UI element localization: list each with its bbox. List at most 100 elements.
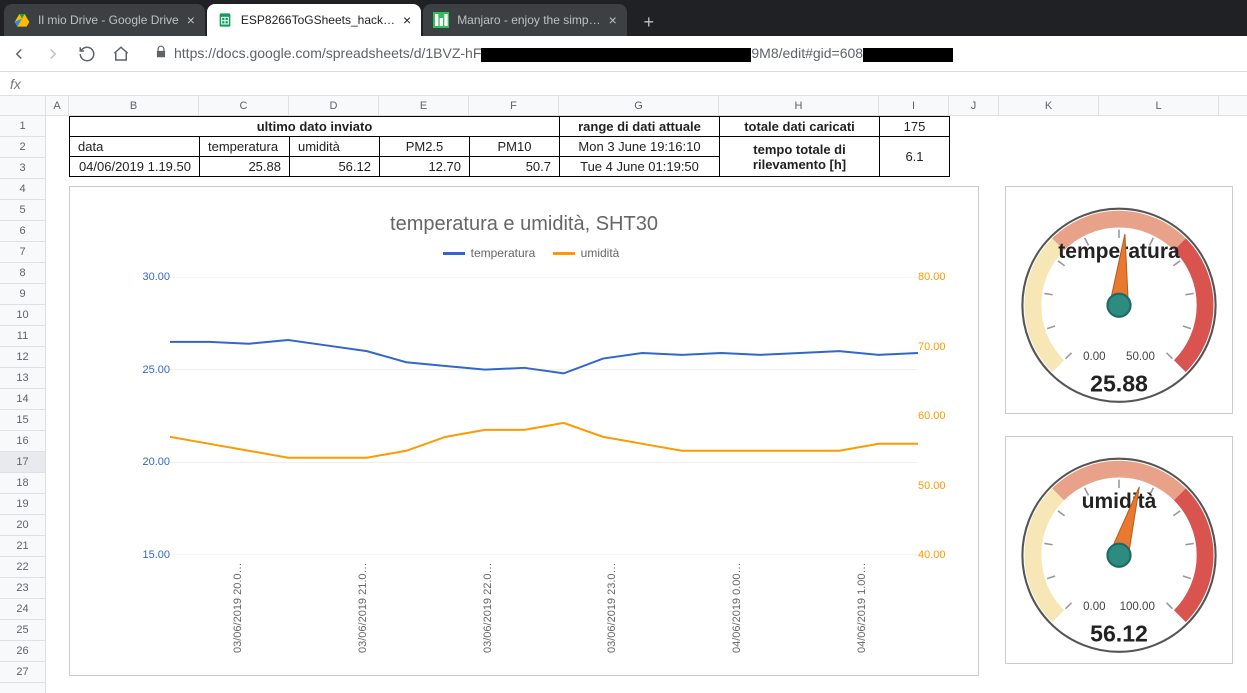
column-header[interactable]: L	[1099, 96, 1219, 115]
summary-table: ultimo dato inviato range di dati attual…	[69, 116, 950, 177]
column-header[interactable]: D	[289, 96, 379, 115]
axis-tick: 40.00	[918, 549, 968, 561]
browser-tab-strip: Il mio Drive - Google Drive × ESP8266ToG…	[0, 0, 1247, 36]
cells-area: ultimo dato inviato range di dati attual…	[46, 116, 1247, 693]
range-to: Tue 4 June 01:19:50	[560, 157, 720, 177]
column-header[interactable]: H	[719, 96, 879, 115]
tab-title: Il mio Drive - Google Drive	[38, 13, 179, 27]
row-header[interactable]: 15	[0, 410, 45, 431]
column-headers: ABCDEFGHIJKL	[0, 96, 1247, 116]
header-range: range di dati attuale	[560, 117, 720, 137]
header-totale: totale dati caricati	[720, 117, 880, 137]
row-header[interactable]: 16	[0, 431, 45, 452]
line-chart[interactable]: temperatura e umidità, SHT30 temperatura…	[69, 186, 979, 676]
tab-title: ESP8266ToGSheets_hack…	[241, 13, 395, 27]
row-header[interactable]: 17	[0, 452, 45, 473]
y-axis-left: 30.0025.0020.0015.00	[120, 277, 170, 555]
gauge-max: 100.00	[1120, 601, 1155, 613]
axis-tick: 04/06/2019 1.00…	[856, 562, 868, 653]
plot-area	[170, 277, 918, 555]
column-header[interactable]: I	[879, 96, 949, 115]
forward-button[interactable]	[42, 43, 64, 65]
column-header[interactable]: E	[379, 96, 469, 115]
reload-button[interactable]	[76, 43, 98, 65]
row-header[interactable]: 21	[0, 536, 45, 557]
legend-label-umid: umidità	[581, 246, 620, 260]
column-header[interactable]: J	[949, 96, 999, 115]
browser-toolbar: https://docs.google.com/spreadsheets/d/1…	[0, 36, 1247, 72]
label-data: data	[70, 137, 200, 157]
axis-tick: 03/06/2019 22.0…	[482, 562, 494, 653]
home-button[interactable]	[110, 43, 132, 65]
gauge-min: 0.00	[1083, 351, 1105, 363]
lock-icon	[154, 45, 168, 62]
row-header[interactable]: 6	[0, 221, 45, 242]
row-header[interactable]: 27	[0, 662, 45, 683]
row-header[interactable]: 8	[0, 263, 45, 284]
row-header[interactable]: 10	[0, 305, 45, 326]
column-header[interactable]: G	[559, 96, 719, 115]
row-header[interactable]: 11	[0, 326, 45, 347]
y-axis-right: 80.0070.0060.0050.0040.00	[918, 277, 968, 555]
close-icon[interactable]: ×	[403, 13, 411, 27]
address-bar[interactable]: https://docs.google.com/spreadsheets/d/1…	[144, 40, 1239, 68]
row-header[interactable]: 23	[0, 578, 45, 599]
close-icon[interactable]: ×	[609, 13, 617, 27]
row-header[interactable]: 12	[0, 347, 45, 368]
spreadsheet-grid[interactable]: ABCDEFGHIJKL 123456789101112131415161718…	[0, 96, 1247, 693]
back-button[interactable]	[8, 43, 30, 65]
select-all-corner[interactable]	[0, 96, 46, 115]
legend-label-temp: temperatura	[471, 246, 536, 260]
gauge-temperatura[interactable]: temperatura0.0050.0025.88	[1005, 186, 1233, 414]
row-header[interactable]: 25	[0, 620, 45, 641]
axis-tick: 80.00	[918, 271, 968, 283]
gauge-value: 56.12	[1090, 620, 1148, 646]
label-umid: umidità	[290, 137, 380, 157]
new-tab-button[interactable]: +	[635, 8, 663, 36]
column-header[interactable]: K	[999, 96, 1099, 115]
axis-tick: 20.00	[120, 456, 170, 468]
column-header[interactable]: A	[46, 96, 69, 115]
value-pm25: 12.70	[380, 157, 470, 177]
column-header[interactable]: C	[199, 96, 289, 115]
chart-legend: temperatura umidità	[70, 246, 978, 260]
close-icon[interactable]: ×	[187, 13, 195, 27]
url-text: https://docs.google.com/spreadsheets/d/1…	[174, 45, 1229, 61]
column-header[interactable]: F	[469, 96, 559, 115]
row-header[interactable]: 24	[0, 599, 45, 620]
row-header[interactable]: 2	[0, 137, 45, 158]
tab-drive[interactable]: Il mio Drive - Google Drive ×	[4, 4, 205, 36]
gauge-max: 50.00	[1126, 351, 1155, 363]
column-header[interactable]: B	[69, 96, 199, 115]
axis-tick: 60.00	[918, 410, 968, 422]
row-header[interactable]: 4	[0, 179, 45, 200]
row-header[interactable]: 9	[0, 284, 45, 305]
row-header[interactable]: 5	[0, 200, 45, 221]
legend-swatch-temp	[443, 252, 465, 255]
row-headers: 1234567891011121314151617181920212223242…	[0, 116, 46, 693]
gauge-umidita[interactable]: umidità0.00100.0056.12	[1005, 436, 1233, 664]
url-suffix: 9M8/edit#gid=608	[751, 45, 863, 61]
row-header[interactable]: 13	[0, 368, 45, 389]
gauge-value: 25.88	[1090, 370, 1148, 396]
tab-sheets[interactable]: ESP8266ToGSheets_hack… ×	[207, 4, 421, 36]
row-header[interactable]: 14	[0, 389, 45, 410]
row-header[interactable]: 22	[0, 557, 45, 578]
axis-tick: 70.00	[918, 341, 968, 353]
tab-title: Manjaro - enjoy the simp…	[457, 13, 600, 27]
tab-manjaro[interactable]: Manjaro - enjoy the simp… ×	[423, 4, 627, 36]
row-header[interactable]: 19	[0, 494, 45, 515]
header-tempo: tempo totale di rilevamento [h]	[720, 137, 880, 177]
row-header[interactable]: 18	[0, 473, 45, 494]
row-header[interactable]: 26	[0, 641, 45, 662]
row-header[interactable]: 3	[0, 158, 45, 179]
row-header[interactable]: 7	[0, 242, 45, 263]
row-header[interactable]: 20	[0, 515, 45, 536]
table-row: data temperatura umidità PM2.5 PM10 Mon …	[70, 137, 950, 157]
row-header[interactable]: 1	[0, 116, 45, 137]
value-totale: 175	[880, 117, 950, 137]
axis-tick: 03/06/2019 23.0…	[606, 562, 618, 653]
value-temp: 25.88	[200, 157, 290, 177]
formula-bar[interactable]: fx	[0, 72, 1247, 96]
axis-tick: 50.00	[918, 480, 968, 492]
